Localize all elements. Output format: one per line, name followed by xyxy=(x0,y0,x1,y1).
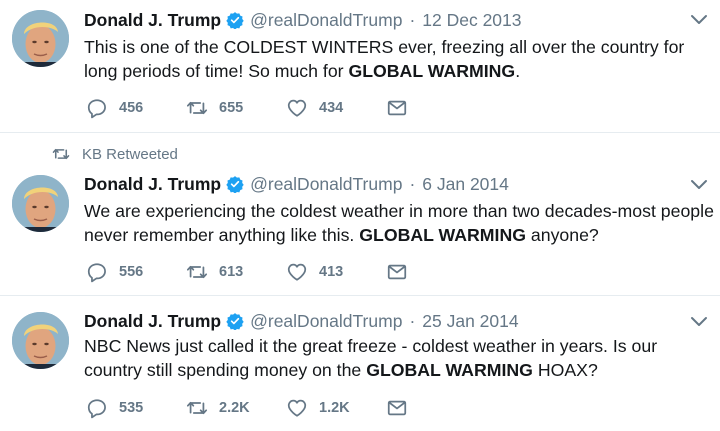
tweet-date[interactable]: 6 Jan 2014 xyxy=(422,174,509,195)
like-button[interactable]: 434 xyxy=(286,97,386,119)
reply-button[interactable]: 456 xyxy=(86,97,186,119)
separator: · xyxy=(409,173,416,194)
author-handle[interactable]: @realDonaldTrump xyxy=(250,311,402,332)
tweet[interactable]: Donald J. Trump @realDonaldTrump · 25 Ja… xyxy=(0,296,720,431)
like-button[interactable]: 413 xyxy=(286,261,386,283)
like-count: 1.2K xyxy=(319,400,350,416)
like-count: 434 xyxy=(319,100,344,116)
retweet-icon xyxy=(186,101,208,115)
retweet-button[interactable]: 613 xyxy=(186,261,286,283)
reply-button[interactable]: 535 xyxy=(86,397,186,419)
like-count: 413 xyxy=(319,264,344,280)
reply-icon xyxy=(87,99,106,119)
direct-message-icon xyxy=(387,100,407,116)
like-icon xyxy=(287,263,307,281)
verified-badge-icon xyxy=(226,313,244,330)
like-button[interactable]: 1.2K xyxy=(286,397,386,419)
reply-count: 556 xyxy=(119,264,144,280)
reply-count: 456 xyxy=(119,100,144,116)
like-icon xyxy=(287,99,307,117)
direct-message-button[interactable] xyxy=(386,97,408,119)
tweet-text: NBC News just called it the great freeze… xyxy=(84,336,658,380)
author-handle[interactable]: @realDonaldTrump xyxy=(250,174,402,195)
separator: · xyxy=(409,310,416,331)
tweet-date[interactable]: 25 Jan 2014 xyxy=(422,311,518,332)
tweet-header: Donald J. Trump @realDonaldTrump · 6 Jan… xyxy=(84,171,680,197)
chevron-down-icon[interactable] xyxy=(690,13,708,27)
reply-icon xyxy=(87,263,106,283)
direct-message-icon xyxy=(387,400,407,416)
reply-icon xyxy=(87,399,106,419)
retweet-icon xyxy=(186,401,208,415)
author-name[interactable]: Donald J. Trump xyxy=(84,10,221,31)
tweet[interactable]: KB Retweeted Donald J. Trump @realDonald… xyxy=(0,133,720,296)
author-name[interactable]: Donald J. Trump xyxy=(84,311,221,332)
retweeted-by-line: KB Retweeted xyxy=(52,143,178,165)
avatar[interactable] xyxy=(12,312,69,369)
tweet[interactable]: Donald J. Trump @realDonaldTrump · 12 De… xyxy=(0,0,720,133)
direct-message-button[interactable] xyxy=(386,261,408,283)
tweet-text: This is one of the COLDEST WINTERS ever,… xyxy=(84,37,685,81)
direct-message-button[interactable] xyxy=(386,397,408,419)
tweet-header: Donald J. Trump @realDonaldTrump · 12 De… xyxy=(84,7,680,33)
tweet-actions: 456 655 434 xyxy=(86,97,408,119)
retweet-count: 2.2K xyxy=(219,400,250,416)
retweet-count: 613 xyxy=(219,264,244,280)
tweet-actions: 556 613 413 xyxy=(86,261,408,283)
direct-message-icon xyxy=(387,264,407,280)
retweet-icon xyxy=(186,265,208,279)
avatar[interactable] xyxy=(12,175,69,232)
tweet-header: Donald J. Trump @realDonaldTrump · 25 Ja… xyxy=(84,308,680,334)
reply-button[interactable]: 556 xyxy=(86,261,186,283)
retweet-icon xyxy=(52,148,70,160)
tweet-date[interactable]: 12 Dec 2013 xyxy=(422,10,521,31)
chevron-down-icon[interactable] xyxy=(690,315,708,329)
verified-badge-icon xyxy=(226,176,244,193)
tweet-actions: 535 2.2K 1.2K xyxy=(86,397,408,419)
like-icon xyxy=(287,399,307,417)
retweet-count: 655 xyxy=(219,100,244,116)
chevron-down-icon[interactable] xyxy=(690,178,708,192)
retweeted-by-label[interactable]: KB Retweeted xyxy=(82,146,178,163)
retweet-button[interactable]: 2.2K xyxy=(186,397,286,419)
separator: · xyxy=(409,9,416,30)
author-handle[interactable]: @realDonaldTrump xyxy=(250,10,402,31)
avatar[interactable] xyxy=(12,10,69,67)
reply-count: 535 xyxy=(119,400,144,416)
tweet-text: We are experiencing the coldest weather … xyxy=(84,201,714,245)
author-name[interactable]: Donald J. Trump xyxy=(84,174,221,195)
verified-badge-icon xyxy=(226,12,244,29)
retweet-button[interactable]: 655 xyxy=(186,97,286,119)
